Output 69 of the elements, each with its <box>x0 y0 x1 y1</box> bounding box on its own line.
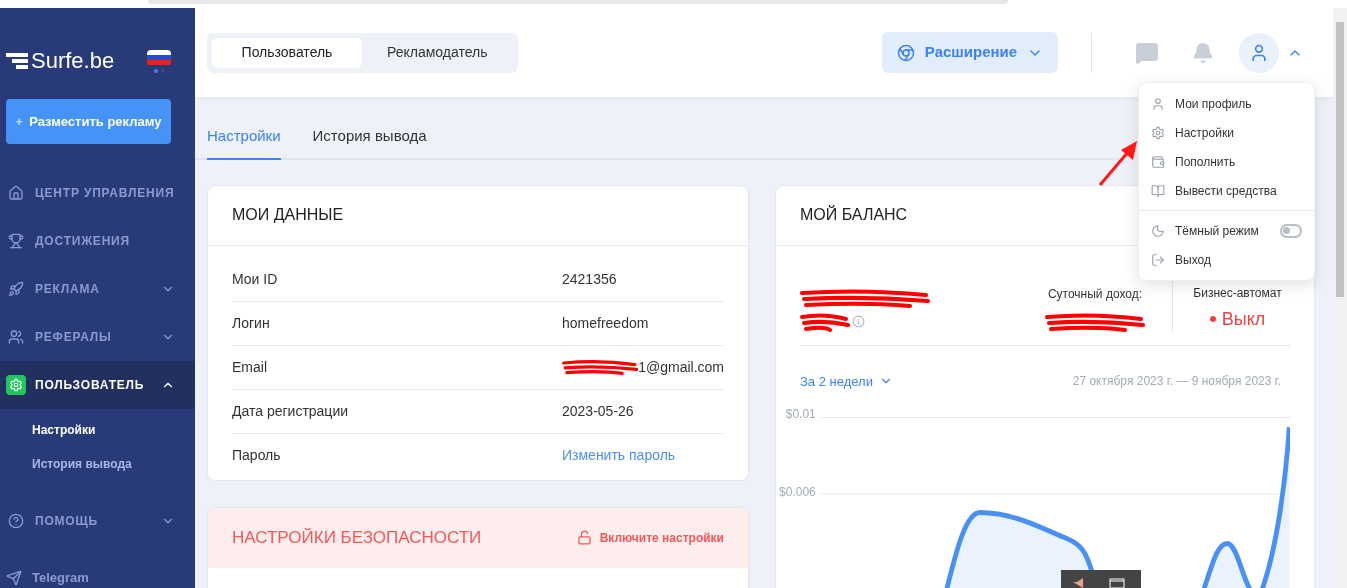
window-icon <box>1109 578 1125 588</box>
telegram-link[interactable]: Telegram <box>32 568 89 588</box>
menu-item[interactable]: Пополнить <box>1139 147 1314 176</box>
axis-label: $0.01 <box>785 408 816 420</box>
field-label: Логин <box>232 313 271 333</box>
avatar-button[interactable] <box>1239 32 1279 73</box>
logo-text: Surfe.be <box>31 50 115 72</box>
daily-income-label: Суточный доход: <box>1047 285 1143 303</box>
period-dropdown[interactable]: За 2 недели <box>800 371 893 391</box>
trophy-icon <box>8 233 24 249</box>
card-title: МОИ ДАННЫЕ <box>232 205 344 225</box>
date-range: 27 октября 2023 г. — 9 ноября 2023 г. <box>1072 373 1281 391</box>
language-flag[interactable] <box>147 49 171 73</box>
menu-item[interactable]: Настройки <box>1139 118 1314 147</box>
card-title: НАСТРОЙКИ БЕЗОПАСНОСТИ <box>232 526 483 549</box>
users-icon <box>8 329 24 345</box>
scrollbar[interactable] <box>1333 8 1347 588</box>
settings-icon <box>1151 125 1165 140</box>
change-password-link[interactable]: Изменить пароль <box>562 445 676 466</box>
nav-item[interactable]: ДОСТИЖЕНИЯ <box>0 217 195 265</box>
menu-item[interactable]: Выход <box>1139 245 1314 274</box>
enable-settings-button[interactable]: Включите настройки <box>576 528 724 547</box>
rocket-icon <box>8 281 24 297</box>
nav-subitem[interactable]: История вывода <box>0 447 195 481</box>
send-icon <box>6 569 22 586</box>
page-tab[interactable]: Настройки <box>207 125 281 160</box>
nav-subitem[interactable]: Настройки <box>0 413 195 447</box>
extension-button[interactable]: Расширение <box>882 32 1058 73</box>
field-value: homefreedom <box>562 313 649 333</box>
mode-tab[interactable]: Пользователь <box>212 37 362 68</box>
nav-item[interactable]: ПОЛЬЗОВАТЕЛЬ <box>0 361 195 409</box>
card-title: МОЙ БАЛАНС <box>800 204 908 225</box>
settings-icon <box>6 375 26 395</box>
chat-icon[interactable] <box>1135 40 1159 65</box>
page-tab[interactable]: История вывода <box>312 125 427 160</box>
nav-item[interactable]: РЕКЛАМА <box>0 265 195 313</box>
field-value: 1@gmail.com <box>638 357 724 377</box>
field-value: 2421356 <box>562 269 617 289</box>
moon-icon <box>1151 223 1165 238</box>
browser-icon <box>896 43 915 62</box>
menu-item[interactable]: Тёмный режим <box>1139 216 1314 245</box>
place-ad-button[interactable]: + Разместить рекламу <box>6 99 171 144</box>
notification-icon[interactable] <box>1192 41 1214 64</box>
nav-item[interactable]: ПОМОЩЬ <box>0 497 195 545</box>
logo-icon <box>6 52 28 70</box>
dark-mode-toggle[interactable] <box>1280 223 1302 238</box>
help-icon <box>8 513 24 529</box>
user-icon <box>1249 42 1269 63</box>
axis-label: $0.006 <box>779 486 816 498</box>
house-icon <box>8 185 24 201</box>
logout-icon <box>1151 252 1165 267</box>
user-icon <box>1151 96 1165 111</box>
wallet-icon <box>1151 154 1165 169</box>
field-label: Дата регистрации <box>232 401 350 421</box>
book-icon <box>1151 183 1165 198</box>
field-value: 2023-05-26 <box>562 401 634 421</box>
automat-label: Бизнес-автомат <box>1193 284 1282 302</box>
automat-status: Выкл <box>1209 305 1266 333</box>
annotation-arrow <box>1098 140 1138 187</box>
unlock-icon <box>576 530 592 545</box>
nav-item[interactable]: ЦЕНТР УПРАВЛЕНИЯ <box>0 169 195 217</box>
menu-item[interactable]: Мои профиль <box>1139 89 1314 118</box>
field-label: Мои ID <box>232 269 279 289</box>
nav-item[interactable]: РЕФЕРАЛЫ <box>0 313 195 361</box>
info-icon <box>852 315 865 328</box>
field-label: Пароль <box>232 446 282 465</box>
field-label: Email <box>232 357 268 377</box>
mode-tab[interactable]: Рекламодатель <box>362 37 513 68</box>
menu-item[interactable]: Вывести средства <box>1139 176 1314 205</box>
